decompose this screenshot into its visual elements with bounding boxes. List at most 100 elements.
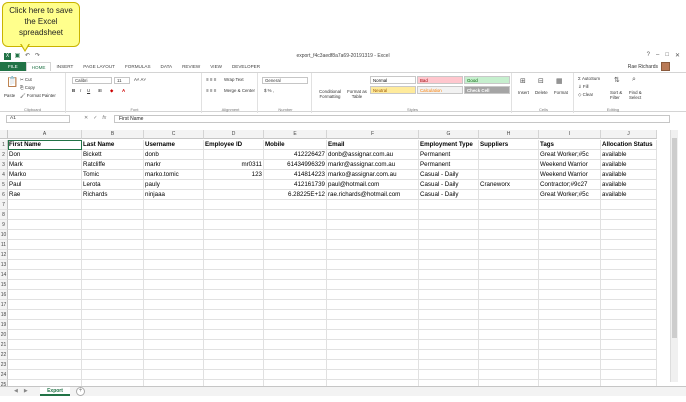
row-header[interactable]: 17 xyxy=(0,299,8,310)
cell[interactable] xyxy=(204,259,264,270)
cell[interactable]: markr xyxy=(144,159,204,170)
cell[interactable] xyxy=(8,269,82,280)
cell[interactable] xyxy=(264,369,327,380)
merge-center-button[interactable]: Merge & Center xyxy=(224,88,255,93)
cell[interactable] xyxy=(539,229,601,240)
cell[interactable] xyxy=(8,259,82,270)
cell[interactable] xyxy=(419,199,479,210)
cell[interactable] xyxy=(8,319,82,330)
cell[interactable] xyxy=(144,369,204,380)
cell[interactable]: Mobile xyxy=(264,139,327,150)
delete-button[interactable]: Delete xyxy=(535,90,548,95)
cell[interactable] xyxy=(82,349,144,360)
cell[interactable] xyxy=(479,349,539,360)
cell[interactable] xyxy=(82,299,144,310)
add-sheet-button[interactable]: + xyxy=(76,387,85,396)
cell[interactable] xyxy=(479,199,539,210)
scroll-thumb[interactable] xyxy=(672,138,677,338)
cell[interactable]: available xyxy=(601,169,657,180)
cell[interactable] xyxy=(8,329,82,340)
cell[interactable] xyxy=(601,289,657,300)
row-header[interactable]: 19 xyxy=(0,319,8,330)
cell[interactable]: 61434996329 xyxy=(264,159,327,170)
cell[interactable] xyxy=(327,239,419,250)
cell[interactable]: donb@assignar.com.au xyxy=(327,149,419,160)
cell[interactable] xyxy=(8,299,82,310)
cell[interactable] xyxy=(539,269,601,280)
cell[interactable] xyxy=(204,329,264,340)
cell[interactable] xyxy=(144,309,204,320)
style-calculation[interactable]: Calculation xyxy=(417,86,463,94)
row-header[interactable]: 7 xyxy=(0,199,8,210)
cell[interactable] xyxy=(264,279,327,290)
cell[interactable] xyxy=(539,219,601,230)
style-check-cell[interactable]: Check Cell xyxy=(464,86,510,94)
cell[interactable] xyxy=(539,319,601,330)
cell[interactable]: 412226427 xyxy=(264,149,327,160)
cell[interactable]: pauly xyxy=(144,179,204,190)
row-header[interactable]: 12 xyxy=(0,249,8,260)
cell[interactable]: Suppliers xyxy=(479,139,539,150)
cell[interactable] xyxy=(419,259,479,270)
fill-button[interactable]: ⇓ Fill xyxy=(578,84,589,90)
row-header[interactable]: 20 xyxy=(0,329,8,340)
copy-button[interactable]: ⎘ Copy xyxy=(20,85,35,90)
cell[interactable] xyxy=(479,339,539,350)
cell[interactable] xyxy=(419,299,479,310)
cell[interactable] xyxy=(601,249,657,260)
cell[interactable] xyxy=(204,299,264,310)
cell[interactable]: Contractor;#9c27 xyxy=(539,179,601,190)
cell[interactable] xyxy=(204,349,264,360)
cell[interactable] xyxy=(264,239,327,250)
cell[interactable] xyxy=(419,229,479,240)
cell[interactable] xyxy=(479,279,539,290)
cell[interactable] xyxy=(419,209,479,220)
cell[interactable] xyxy=(601,369,657,380)
font-size-select[interactable]: 11 xyxy=(114,77,130,84)
cell[interactable] xyxy=(264,329,327,340)
tab-home[interactable]: HOME xyxy=(25,62,52,71)
row-header[interactable]: 2 xyxy=(0,149,8,160)
cell[interactable] xyxy=(8,199,82,210)
cell[interactable]: 6.28225E+12 xyxy=(264,189,327,200)
cell[interactable] xyxy=(144,209,204,220)
style-neutral[interactable]: Neutral xyxy=(370,86,416,94)
cell[interactable] xyxy=(539,199,601,210)
cell[interactable] xyxy=(82,369,144,380)
cell[interactable] xyxy=(539,209,601,220)
cell[interactable] xyxy=(601,279,657,290)
cell[interactable]: Employee ID xyxy=(204,139,264,150)
cell[interactable] xyxy=(264,359,327,370)
cell[interactable]: Permanent xyxy=(419,149,479,160)
paste-button[interactable]: Paste xyxy=(4,93,15,98)
cell[interactable] xyxy=(539,279,601,290)
cell[interactable] xyxy=(144,279,204,290)
cell[interactable] xyxy=(204,289,264,300)
wrap-text-button[interactable]: Wrap Text xyxy=(224,77,244,82)
name-box[interactable]: A1 xyxy=(6,115,70,123)
cell[interactable] xyxy=(8,309,82,320)
cell[interactable] xyxy=(327,349,419,360)
row-header[interactable]: 6 xyxy=(0,189,8,200)
select-all-corner[interactable] xyxy=(0,130,8,139)
format-painter-button[interactable]: 🖌 Format Painter xyxy=(20,93,56,99)
cell[interactable] xyxy=(144,249,204,260)
cell[interactable] xyxy=(204,239,264,250)
cell[interactable] xyxy=(144,329,204,340)
cell[interactable]: donb xyxy=(144,149,204,160)
cell[interactable]: marko.tomic xyxy=(144,169,204,180)
insert-button[interactable]: Insert xyxy=(518,90,529,95)
cell[interactable] xyxy=(539,249,601,260)
formula-input[interactable]: First Name xyxy=(114,115,670,123)
tab-view[interactable]: VIEW xyxy=(205,62,227,71)
italic-button[interactable]: I xyxy=(80,88,81,93)
row-header[interactable]: 23 xyxy=(0,359,8,370)
cell[interactable]: available xyxy=(601,189,657,200)
cell[interactable] xyxy=(264,269,327,280)
cell[interactable]: 123 xyxy=(204,169,264,180)
cell[interactable] xyxy=(479,259,539,270)
cell[interactable] xyxy=(479,219,539,230)
cell[interactable] xyxy=(327,359,419,370)
row-header[interactable]: 3 xyxy=(0,159,8,170)
cell[interactable] xyxy=(539,239,601,250)
